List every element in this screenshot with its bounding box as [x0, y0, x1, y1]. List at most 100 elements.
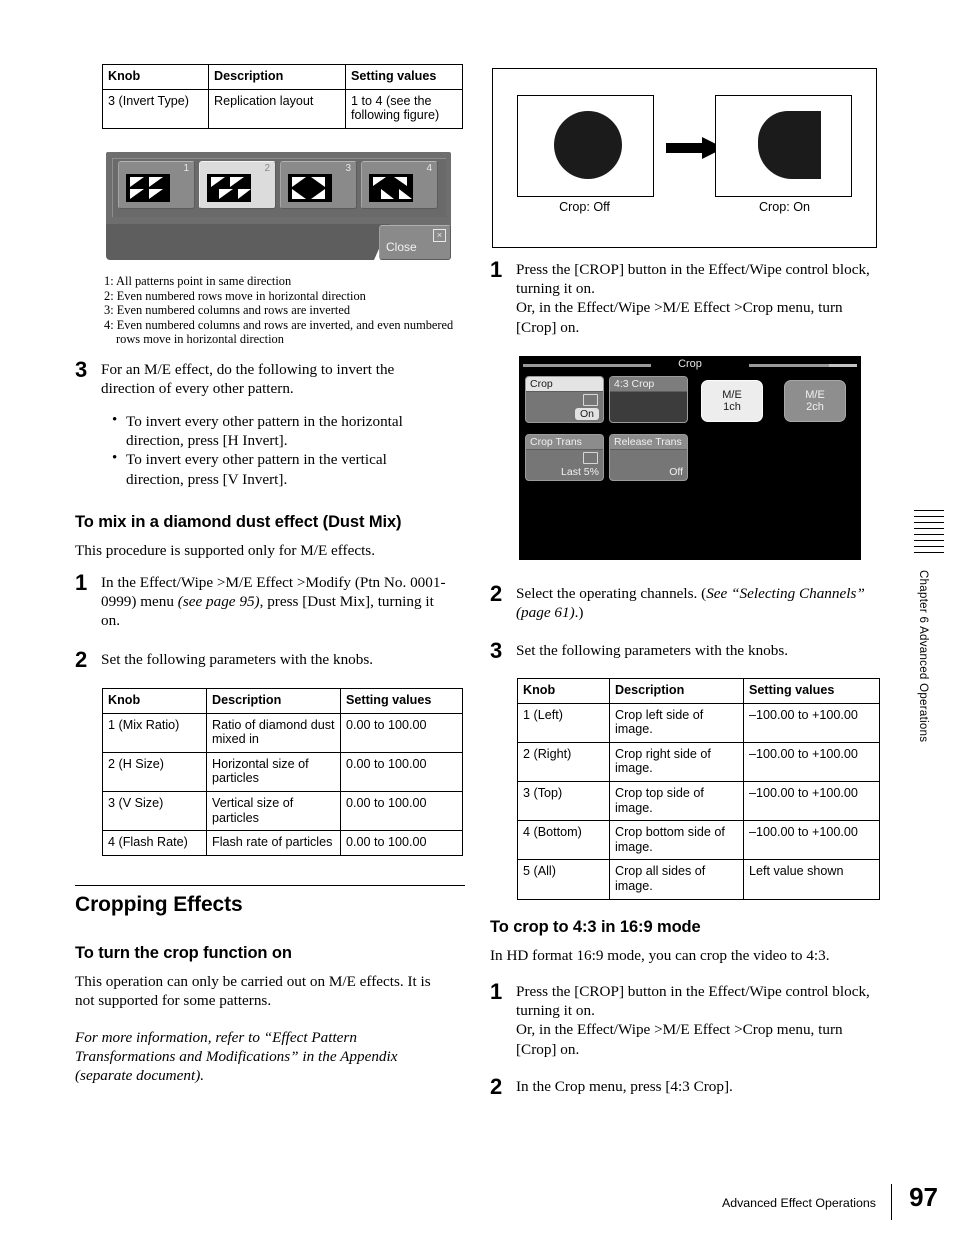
step-number: 1 [75, 570, 88, 595]
me-2ch-button[interactable]: M/E 2ch [784, 380, 846, 422]
circle-shape [554, 111, 622, 179]
step-crop43-1: 1 Press the [CROP] button in the Effect/… [490, 979, 882, 1059]
table-row: 2 (Right) Crop right side of image. –100… [517, 741, 880, 782]
invert-pattern-captions: 1: All patterns point in same direction … [104, 274, 474, 347]
step-crop-3: 3 Set the following parameters with the … [490, 638, 882, 663]
cell-setting-values: 1 to 4 (see the following figure) [345, 88, 463, 129]
cell-knob: 1 (Left) [517, 702, 610, 743]
tab-line [914, 510, 944, 511]
step-text-italic: (see page 95) [177, 593, 260, 611]
crop-trans-label: Crop Trans [526, 435, 603, 450]
table-row: 3 (Top) Crop top side of image. –100.00 … [517, 780, 880, 822]
panel-lower-bar [106, 224, 390, 260]
table-header-row: Knob Description Setting values [517, 678, 880, 704]
crop-function-para: This operation can only be carried out o… [75, 973, 431, 1010]
step-invert-3: 3 For an M/E effect, do the following to… [75, 359, 445, 398]
cell-knob: 5 (All) [517, 859, 610, 900]
page-title: Cropping Effects [75, 893, 243, 916]
column-header-description: Description [609, 678, 744, 704]
dust-mix-intro: This procedure is supported only for M/E… [75, 542, 376, 559]
close-icon: × [433, 229, 446, 242]
invert-type-table: Knob Description Setting values 3 (Inver… [102, 64, 463, 129]
column-header-knob: Knob [102, 688, 207, 714]
cell-description: Crop all sides of image. [609, 859, 744, 900]
pattern-icon-3 [288, 174, 332, 202]
me-1ch-button[interactable]: M/E 1ch [701, 380, 763, 422]
column-header-description: Description [206, 688, 341, 714]
release-trans-label: Release Trans [610, 435, 687, 450]
chapter-label: Chapter 6 Advanced Operations [917, 570, 929, 743]
invert-pattern-button-4[interactable]: 4 [361, 161, 438, 209]
step-number: 3 [490, 638, 503, 663]
crop-on-frame [715, 95, 852, 197]
button-number-3: 3 [345, 163, 351, 174]
crop-trans-button[interactable]: Crop Trans Last 5% [525, 434, 604, 481]
close-button-label: Close [386, 240, 417, 254]
step-text: Set the following parameters with the kn… [516, 642, 789, 659]
crop-toggle-button[interactable]: Crop On [525, 376, 604, 423]
page-footer: Advanced Effect Operations 97 [0, 1182, 954, 1222]
step-number: 1 [490, 979, 503, 1004]
invert-pattern-button-3[interactable]: 3 [280, 161, 357, 209]
crop-menu-screenshot: Crop Crop On 4:3 Crop Crop Trans Last 5%… [519, 356, 861, 560]
me-2ch-line1: M/E [805, 388, 825, 401]
step-text: Select the operating channels. (See “Sel… [516, 584, 882, 622]
four-three-crop-button[interactable]: 4:3 Crop [609, 376, 688, 423]
tab-line [914, 534, 944, 535]
table-row: 3 (V Size) Vertical size of particles 0.… [102, 790, 463, 832]
step-text: For an M/E effect, do the following to i… [101, 361, 395, 398]
table-header-row: Knob Description Setting values [102, 64, 463, 90]
caption-line-4: 4: Even numbered columns and rows are in… [104, 317, 454, 332]
step-text: Set the following parameters with the kn… [101, 651, 374, 668]
pattern-glyph-4 [369, 174, 413, 202]
dust-mix-heading: To mix in a diamond dust effect (Dust Mi… [75, 513, 402, 531]
column-header-setting-values: Setting values [345, 64, 463, 90]
step-dustmix-1: 1 In the Effect/Wipe >M/E Effect >Modify… [75, 570, 455, 631]
table-row: 1 (Mix Ratio) Ratio of diamond dust mixe… [102, 712, 463, 753]
table-row: 1 (Left) Crop left side of image. –100.0… [517, 702, 880, 743]
cell-knob: 2 (Right) [517, 741, 610, 782]
cell-description: Ratio of diamond dust mixed in [206, 712, 341, 753]
column-header-setting-values: Setting values [340, 688, 463, 714]
cell-knob: 3 (V Size) [102, 790, 207, 832]
invert-pattern-button-2[interactable]: 2 [199, 161, 276, 209]
table-row: 5 (All) Crop all sides of image. Left va… [517, 859, 880, 900]
cell-knob: 4 (Bottom) [517, 820, 610, 861]
crop-trans-value: Last 5% [561, 466, 599, 478]
step-text: In the Effect/Wipe >M/E Effect >Modify (… [101, 573, 455, 631]
button-number-1: 1 [183, 163, 189, 174]
cell-setting-values: –100.00 to +100.00 [743, 702, 880, 743]
crop-parameters-table: Knob Description Setting values 1 (Left)… [517, 678, 880, 900]
cell-description: Crop left side of image. [609, 702, 744, 743]
cell-setting-values: 0.00 to 100.00 [340, 830, 463, 856]
step-text: Press the [CROP] button in the Effect/Wi… [516, 982, 882, 1059]
cell-knob: 3 (Top) [517, 780, 610, 822]
crop-function-note: For more information, refer to “Effect P… [75, 1029, 398, 1085]
caption-line-4-cont: rows move in horizontal direction [116, 332, 284, 347]
cell-description: Flash rate of particles [206, 830, 341, 856]
column-header-knob: Knob [517, 678, 610, 704]
crop-function-heading: To turn the crop function on [75, 944, 292, 962]
pattern-glyph-3 [288, 174, 332, 202]
section-divider [75, 885, 465, 886]
cell-setting-values: –100.00 to +100.00 [743, 741, 880, 782]
cell-description: Replication layout [208, 88, 346, 129]
invert-pattern-button-1[interactable]: 1 [118, 161, 195, 209]
table-row: 3 (Invert Type) Replication layout 1 to … [102, 88, 463, 129]
table-row: 2 (H Size) Horizontal size of particles … [102, 751, 463, 792]
footer-divider [891, 1184, 892, 1220]
cell-knob: 2 (H Size) [102, 751, 207, 792]
pattern-icon-2 [207, 174, 251, 202]
step-line-2: Or, in the Effect/Wipe >M/E Effect >Crop… [516, 299, 843, 336]
step-text: In the Crop menu, press [4:3 Crop]. [516, 1078, 733, 1095]
cell-setting-values: 0.00 to 100.00 [340, 751, 463, 792]
close-button[interactable]: Close × [379, 225, 451, 260]
cell-description: Horizontal size of particles [206, 751, 341, 792]
step-number: 1 [490, 257, 503, 282]
crop-on-label: Crop: On [758, 200, 811, 214]
cell-description: Crop top side of image. [609, 780, 744, 822]
cell-knob: 1 (Mix Ratio) [102, 712, 207, 753]
release-trans-button[interactable]: Release Trans Off [609, 434, 688, 481]
tab-line [914, 516, 944, 517]
step-text-part1: Select the operating channels. ( [516, 585, 707, 602]
